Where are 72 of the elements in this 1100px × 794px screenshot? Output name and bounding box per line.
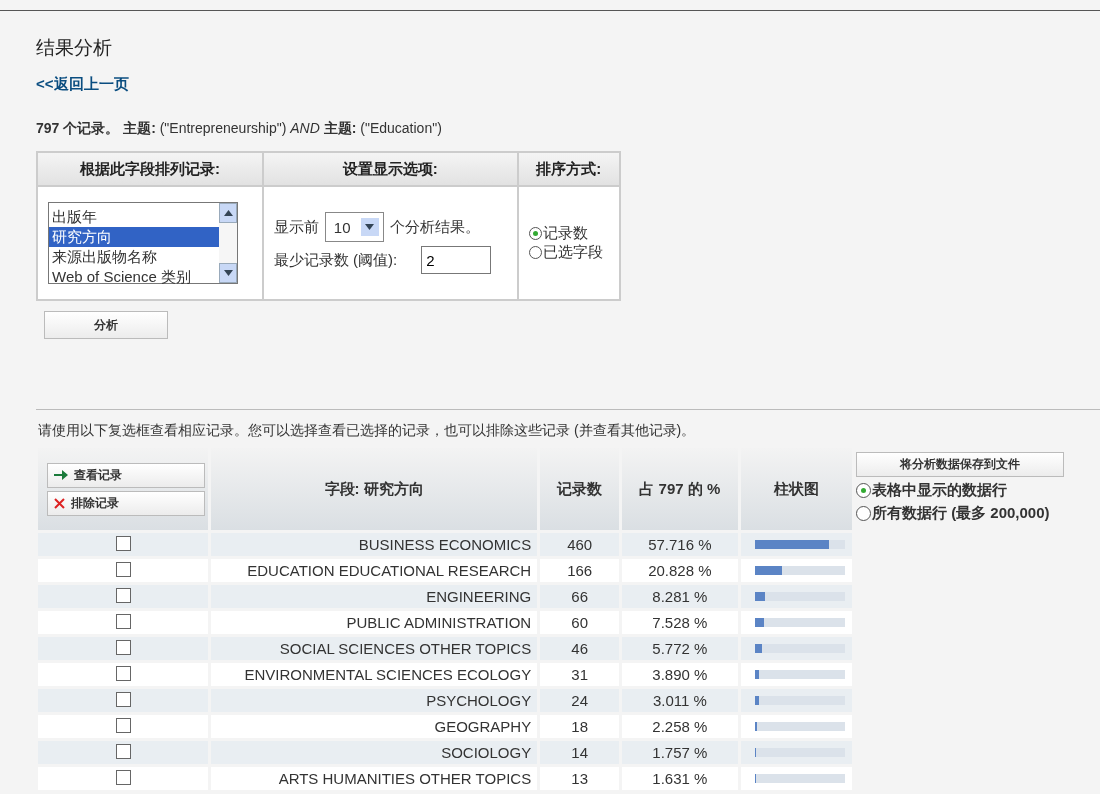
table-cell: SOCIAL SCIENCES OTHER TOPICS — [211, 637, 538, 660]
table-cell: ARTS HUMANITIES OTHER TOPICS — [211, 767, 538, 790]
table-cell: SOCIOLOGY — [211, 741, 538, 764]
row-checkbox[interactable] — [115, 639, 131, 655]
field-label: 个分析结果。 — [389, 217, 480, 237]
row-checkbox[interactable] — [115, 561, 131, 577]
instructions-text: 请使用以下复选框查看相应记录。您可以选择查看已选择的记录，也可以排除这些记录 (并查看其他记录)。 — [38, 422, 697, 440]
table-cell: 2.258 % — [622, 715, 738, 738]
scroll-down-button[interactable] — [219, 263, 237, 283]
table-cell: 3.011 % — [622, 689, 738, 712]
column-header: 设置显示选项: — [262, 152, 518, 186]
table-cell: 14 — [540, 741, 620, 764]
sort-option[interactable]: 已选字段 — [528, 243, 609, 262]
table-cell: EDUCATION EDUCATIONAL RESEARCH — [211, 559, 538, 582]
table-cell: GEOGRAPHY — [211, 715, 538, 738]
column-header: 根据此字段排列记录: — [37, 152, 263, 186]
table-cell: 8.281 % — [622, 585, 738, 608]
field-listbox[interactable]: 出版年 研究方向 来源出版物名称 Web of Science 类别 — [48, 202, 238, 284]
page-title: 结果分析 — [36, 36, 113, 60]
save-option[interactable]: 表格中显示的数据行 — [856, 481, 1064, 500]
row-checkbox[interactable] — [115, 587, 131, 603]
table-cell: 24 — [540, 689, 620, 712]
list-option[interactable]: 出版年 — [49, 207, 219, 227]
table-cell: 20.828 % — [622, 559, 738, 582]
table-cell: 57.716 % — [622, 533, 738, 556]
table-cell: 5.772 % — [622, 637, 738, 660]
row-checkbox[interactable] — [115, 613, 131, 629]
table-cell: PSYCHOLOGY — [211, 689, 538, 712]
table-cell: 1.757 % — [622, 741, 738, 764]
table-cell: 18 — [540, 715, 620, 738]
close-icon — [54, 497, 65, 509]
exclude-records-button[interactable]: 排除记录 — [47, 490, 205, 516]
row-checkbox[interactable] — [115, 535, 131, 551]
row-checkbox[interactable] — [115, 769, 131, 785]
table-cell: 31 — [540, 663, 620, 686]
table-cell: ENGINEERING — [211, 585, 538, 608]
table-cell: BUSINESS ECONOMICS — [211, 533, 538, 556]
view-records-button[interactable]: 查看记录 — [47, 462, 205, 488]
row-checkbox[interactable] — [115, 743, 131, 759]
table-cell: 66 — [540, 585, 620, 608]
row-checkbox[interactable] — [115, 691, 131, 707]
save-option[interactable]: 所有数据行 (最多 200,000) — [856, 504, 1064, 523]
table-cell: 1.631 % — [622, 767, 738, 790]
threshold-field[interactable]: 2 — [421, 246, 492, 274]
chevron-down-icon — [223, 270, 233, 276]
table-cell: ENVIRONMENTAL SCIENCES ECOLOGY — [211, 663, 538, 686]
row-checkbox[interactable] — [115, 665, 131, 681]
table-cell: 7.528 % — [622, 611, 738, 634]
table-cell: 166 — [540, 559, 620, 582]
column-header: 排序方式: — [517, 152, 620, 186]
list-option[interactable]: 来源出版物名称 — [49, 247, 219, 267]
back-link[interactable]: <<返回上一页 — [36, 75, 129, 94]
save-button[interactable]: 将分析数据保存到文件 — [856, 452, 1064, 477]
scroll-up-button[interactable] — [219, 203, 237, 223]
list-option[interactable]: Web of Science 类别 — [49, 267, 219, 287]
query-summary: 797 个记录。 主题: ("Entrepreneurship") AND 主题: ("Education") — [36, 120, 443, 138]
table-cell: 13 — [540, 767, 620, 790]
chevron-down-icon — [365, 224, 374, 230]
count-dropdown[interactable]: 10 — [324, 212, 384, 242]
row-checkbox[interactable] — [115, 717, 131, 733]
analyze-button[interactable]: 分析 — [44, 311, 168, 339]
field-label: 显示前 — [273, 217, 319, 237]
table-cell: 46 — [540, 637, 620, 660]
sort-option[interactable]: 记录数 — [528, 224, 609, 243]
table-cell: 460 — [540, 533, 620, 556]
field-label: 最少记录数 (阈值): — [273, 250, 398, 270]
table-cell: 60 — [540, 611, 620, 634]
arrow-right-icon — [54, 470, 68, 480]
chevron-up-icon — [223, 210, 233, 216]
table-cell: 3.890 % — [622, 663, 738, 686]
table-cell: PUBLIC ADMINISTRATION — [211, 611, 538, 634]
list-option[interactable]: 研究方向 — [49, 227, 219, 247]
